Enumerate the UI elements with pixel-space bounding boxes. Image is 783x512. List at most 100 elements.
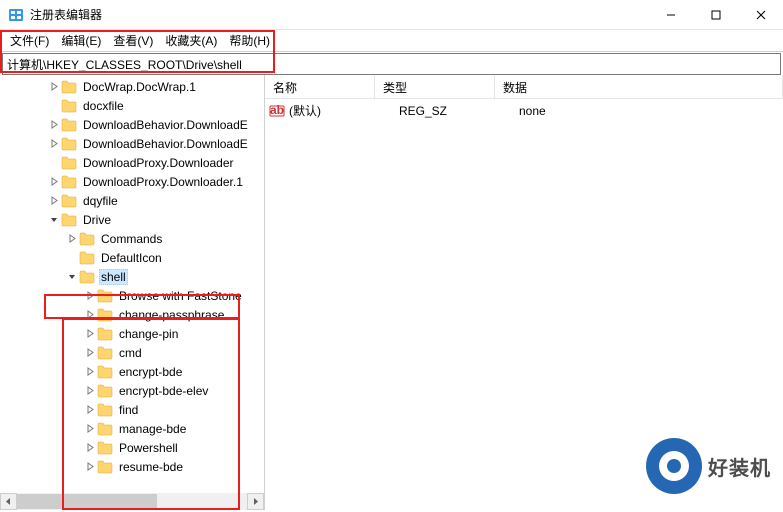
chevron-right-icon[interactable] (84, 404, 96, 416)
folder-icon (97, 403, 113, 417)
menubar: 文件(F) 编辑(E) 查看(V) 收藏夹(A) 帮助(H) (0, 30, 783, 52)
tree-item[interactable]: Drive (0, 210, 264, 229)
tree-item-label: DefaultIcon (99, 251, 164, 265)
folder-icon (97, 327, 113, 341)
list-header: 名称 类型 数据 (265, 75, 783, 99)
string-value-icon: ab (269, 103, 285, 119)
folder-icon (79, 251, 95, 265)
tree-item-label: Browse with FastStone (117, 289, 244, 303)
tree-item[interactable]: DownloadProxy.Downloader (0, 153, 264, 172)
tree-item[interactable]: docxfile (0, 96, 264, 115)
folder-icon (97, 422, 113, 436)
tree-item-label: find (117, 403, 140, 417)
folder-icon (79, 232, 95, 246)
minimize-button[interactable] (648, 0, 693, 30)
tree-item[interactable]: manage-bde (0, 419, 264, 438)
chevron-right-icon[interactable] (48, 176, 60, 188)
expander-none (48, 157, 60, 169)
chevron-right-icon[interactable] (84, 328, 96, 340)
tree-item[interactable]: DownloadBehavior.DownloadE (0, 134, 264, 153)
tree-item[interactable]: change-passphrase (0, 305, 264, 324)
chevron-right-icon[interactable] (48, 138, 60, 150)
tree[interactable]: DocWrap.DocWrap.1 docxfile DownloadBehavio… (0, 75, 264, 476)
tree-item-label: Commands (99, 232, 164, 246)
tree-panel: DocWrap.DocWrap.1 docxfile DownloadBehavio… (0, 75, 265, 510)
tree-item-label: change-passphrase (117, 308, 226, 322)
list-row[interactable]: ab (默认) REG_SZ none (265, 101, 783, 120)
address-bar[interactable]: 计算机\HKEY_CLASSES_ROOT\Drive\shell (2, 53, 781, 75)
folder-icon (61, 213, 77, 227)
column-type[interactable]: 类型 (375, 75, 495, 98)
menu-edit[interactable]: 编辑(E) (55, 30, 107, 51)
tree-item[interactable]: cmd (0, 343, 264, 362)
tree-item-label: DownloadBehavior.DownloadE (81, 137, 250, 151)
tree-item-label: DocWrap.DocWrap.1 (81, 80, 198, 94)
chevron-right-icon[interactable] (84, 461, 96, 473)
value-data: none (511, 104, 783, 118)
tree-item-label: docxfile (81, 99, 126, 113)
scroll-right-button[interactable] (247, 493, 264, 510)
column-data[interactable]: 数据 (495, 75, 783, 98)
chevron-down-icon[interactable] (48, 214, 60, 226)
watermark-text: 好装机 (708, 452, 771, 481)
menu-help[interactable]: 帮助(H) (223, 30, 276, 51)
tree-item[interactable]: DefaultIcon (0, 248, 264, 267)
chevron-right-icon[interactable] (84, 366, 96, 378)
menu-file[interactable]: 文件(F) (4, 30, 55, 51)
tree-item[interactable]: DownloadProxy.Downloader.1 (0, 172, 264, 191)
folder-icon (61, 99, 77, 113)
folder-icon (97, 460, 113, 474)
chevron-right-icon[interactable] (48, 119, 60, 131)
tree-item[interactable]: change-pin (0, 324, 264, 343)
horizontal-scrollbar[interactable] (0, 493, 264, 510)
folder-icon (97, 346, 113, 360)
chevron-right-icon[interactable] (66, 233, 78, 245)
expander-none (66, 252, 78, 264)
chevron-right-icon[interactable] (48, 195, 60, 207)
folder-icon (61, 137, 77, 151)
tree-item[interactable]: find (0, 400, 264, 419)
tree-item[interactable]: resume-bde (0, 457, 264, 476)
watermark: 好装机 (646, 438, 771, 494)
svg-text:ab: ab (270, 103, 284, 117)
tree-item[interactable]: Browse with FastStone (0, 286, 264, 305)
folder-icon (79, 270, 95, 284)
tree-item[interactable]: Commands (0, 229, 264, 248)
tree-item-label: cmd (117, 346, 144, 360)
scroll-left-button[interactable] (0, 493, 17, 510)
expander-none (48, 100, 60, 112)
address-text: 计算机\HKEY_CLASSES_ROOT\Drive\shell (7, 56, 242, 73)
folder-icon (61, 118, 77, 132)
folder-icon (97, 308, 113, 322)
scroll-track[interactable] (17, 493, 247, 510)
maximize-button[interactable] (693, 0, 738, 30)
close-button[interactable] (738, 0, 783, 30)
chevron-right-icon[interactable] (84, 442, 96, 454)
tree-item[interactable]: shell (0, 267, 264, 286)
chevron-right-icon[interactable] (84, 290, 96, 302)
tree-item[interactable]: DocWrap.DocWrap.1 (0, 77, 264, 96)
chevron-right-icon[interactable] (84, 309, 96, 321)
chevron-right-icon[interactable] (84, 385, 96, 397)
tree-item[interactable]: encrypt-bde-elev (0, 381, 264, 400)
folder-icon (61, 80, 77, 94)
tree-item[interactable]: dqyfile (0, 191, 264, 210)
tree-item[interactable]: encrypt-bde (0, 362, 264, 381)
tree-item-label: encrypt-bde (117, 365, 184, 379)
list-body: ab (默认) REG_SZ none (265, 99, 783, 120)
tree-item-label: change-pin (117, 327, 180, 341)
titlebar: 注册表编辑器 (0, 0, 783, 30)
tree-item-label: manage-bde (117, 422, 188, 436)
chevron-right-icon[interactable] (48, 81, 60, 93)
tree-item[interactable]: DownloadBehavior.DownloadE (0, 115, 264, 134)
chevron-right-icon[interactable] (84, 423, 96, 435)
chevron-right-icon[interactable] (84, 347, 96, 359)
tree-item[interactable]: Powershell (0, 438, 264, 457)
menu-favorites[interactable]: 收藏夹(A) (159, 30, 223, 51)
tree-item-label: shell (99, 269, 128, 285)
column-name[interactable]: 名称 (265, 75, 375, 98)
scroll-thumb[interactable] (17, 494, 157, 509)
window-title: 注册表编辑器 (30, 6, 648, 23)
chevron-down-icon[interactable] (66, 271, 78, 283)
menu-view[interactable]: 查看(V) (107, 30, 159, 51)
